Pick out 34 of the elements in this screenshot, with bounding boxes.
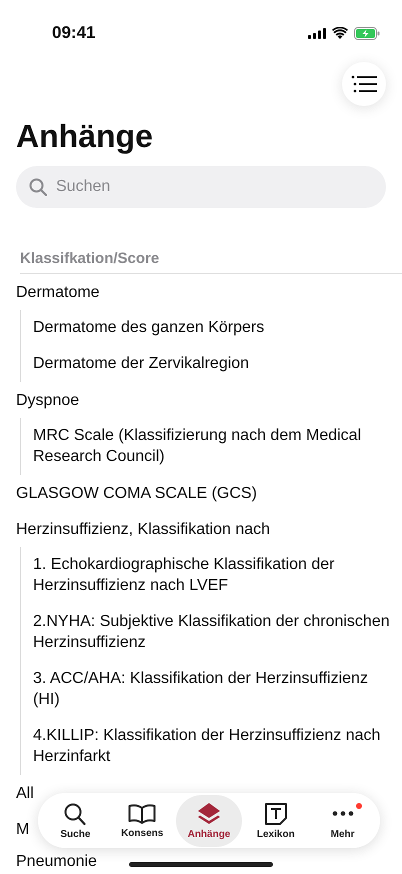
page-title: Anhänge — [16, 118, 154, 154]
tab[interactable]: Konsens — [108, 794, 176, 846]
group-heading[interactable]: Dyspnoe — [16, 392, 80, 409]
list-icon — [351, 75, 377, 93]
signal-icon — [308, 28, 326, 38]
list-item[interactable]: 4.KILLIP: Klassifikation der Herzinsuffizienz nach Herzinfarkt — [33, 718, 392, 775]
group-heading[interactable]: GLASGOW COMA SCALE (GCS) — [16, 485, 257, 502]
list-item[interactable]: MRC Scale (Klassifizierung nach dem Medical Research Council) — [33, 418, 392, 475]
book-icon — [128, 802, 156, 824]
search-field[interactable]: Suchen — [16, 166, 386, 208]
list-item[interactable]: Dermatome der Zervikalregion — [33, 346, 392, 382]
status-time: 09:41 — [52, 23, 96, 43]
group-heading[interactable]: All — [16, 785, 34, 802]
group-heading[interactable]: Pneumonie — [16, 853, 97, 870]
tab[interactable]: Anhänge — [176, 794, 242, 846]
list-item[interactable]: Dermatome des ganzen Körpers — [33, 310, 392, 346]
wifi-icon — [332, 27, 348, 39]
more-icon — [332, 810, 354, 816]
outline-menu-button[interactable] — [342, 62, 386, 106]
search-icon — [29, 178, 47, 196]
group-heading[interactable]: M — [16, 821, 30, 838]
lexicon-icon — [264, 802, 288, 826]
tab[interactable]: Lexikon — [242, 794, 310, 846]
list-item[interactable]: 3. ACC/AHA: Klassifikation der Herzinsuffizienz (HI) — [33, 661, 392, 718]
section-header: Klassifkation/Score — [20, 250, 402, 274]
tab[interactable]: Mehr — [309, 794, 376, 846]
list-item[interactable]: 2.NYHA: Subjektive Klassifikation der chronischen Herzinsuffizienz — [33, 604, 392, 661]
search-icon — [63, 802, 88, 826]
list-item[interactable]: 1. Echokardiographische Klassifikation der Herzinsuffizienz nach LVEF — [33, 547, 392, 604]
layers-icon — [196, 802, 221, 826]
group-heading[interactable]: Dermatome — [16, 284, 100, 301]
group-heading[interactable]: Herzinsuffizienz, Klassifikation nach — [16, 521, 270, 538]
battery-icon — [354, 26, 380, 40]
tab[interactable]: Suche — [42, 794, 109, 846]
